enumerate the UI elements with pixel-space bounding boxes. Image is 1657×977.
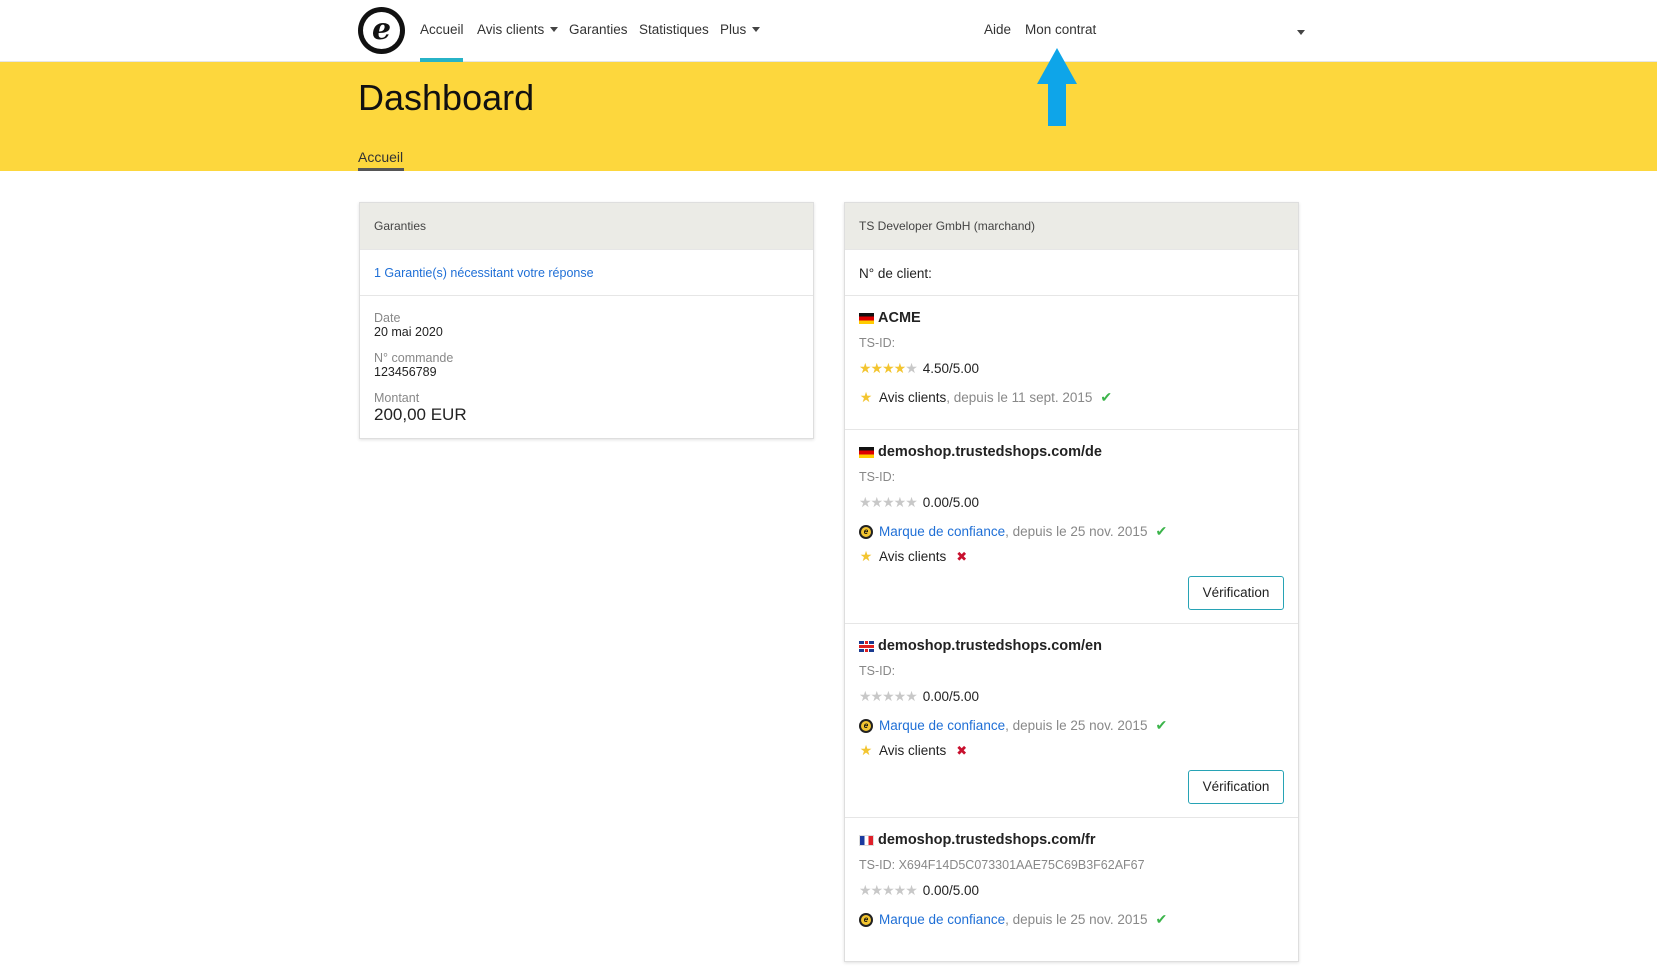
shop-rating: ★★★★★ 0.00/5.00 [859, 494, 1284, 511]
shop-rating-value: 0.00/5.00 [922, 689, 980, 704]
account-dropdown-chevron-icon[interactable] [1297, 30, 1305, 35]
trusted-shops-logo[interactable]: e [358, 7, 405, 54]
nav-item-accueil[interactable]: Accueil [420, 22, 464, 37]
tab-accueil[interactable]: Accueil [358, 149, 403, 165]
trustmark-feature: Marque de confiance , depuis le 25 nov. … [859, 911, 1284, 928]
check-icon: ✔ [1155, 911, 1168, 927]
chevron-down-icon [752, 27, 761, 32]
trustmark-since: , depuis le 25 nov. 2015 [1005, 718, 1148, 733]
shop-name-row: demoshop.trustedshops.com/en [859, 638, 1284, 654]
shop-rating-value: 0.00/5.00 [922, 883, 980, 898]
shop-name-row: ACME [859, 310, 1284, 326]
guarantees-card: Garanties 1 Garantie(s) nécessitant votr… [359, 202, 814, 439]
annotation-arrow-icon [1037, 48, 1077, 126]
french-flag-icon [859, 834, 874, 846]
shop-tsid: TS-ID: [859, 664, 896, 678]
chevron-down-icon [550, 27, 559, 32]
german-flag-icon [859, 446, 874, 458]
shop-rating-value: 0.00/5.00 [922, 495, 980, 510]
trustmark-feature: Marque de confiance , depuis le 25 nov. … [859, 523, 1284, 540]
nav-item-avis-clients-label: Avis clients [477, 22, 545, 37]
trustmark-seal-icon [859, 524, 873, 539]
nav-item-plus[interactable]: Plus [720, 22, 761, 37]
reviews-label: Avis clients [879, 390, 947, 405]
nav-contract-link[interactable]: Mon contrat [1025, 22, 1096, 37]
logo-letter: e [363, 12, 400, 49]
page-header: Dashboard Accueil [0, 62, 1657, 171]
trustmark-feature: Marque de confiance , depuis le 25 nov. … [859, 717, 1284, 734]
trustmark-seal-icon [859, 912, 873, 927]
nav-item-avis-clients[interactable]: Avis clients [477, 22, 559, 37]
date-label: Date [374, 311, 401, 325]
reviews-label: Avis clients [879, 743, 947, 758]
rating-stars-icon: ★★★★★ [859, 882, 918, 898]
shop-rating: ★★★★★ 0.00/5.00 [859, 688, 1284, 705]
nav-item-plus-label: Plus [720, 22, 747, 37]
rating-stars-icon: ★★★★★ [859, 360, 918, 376]
shop-name: demoshop.trustedshops.com/en [878, 638, 1102, 654]
check-icon: ✔ [1100, 389, 1113, 405]
shop-name: demoshop.trustedshops.com/fr [878, 832, 1096, 848]
cross-icon: ✖ [956, 742, 968, 758]
shop-item: demoshop.trustedshops.com/fr TS-ID: X694… [845, 817, 1298, 977]
reviews-since: , depuis le 11 sept. 2015 [946, 390, 1093, 405]
star-icon: ★ [859, 548, 873, 564]
shop-name-row: demoshop.trustedshops.com/fr [859, 832, 1284, 848]
shop-tsid: TS-ID: [859, 470, 896, 484]
trustmark-since: , depuis le 25 nov. 2015 [1005, 912, 1148, 927]
shop-name-row: demoshop.trustedshops.com/de [859, 444, 1284, 460]
reviews-feature: ★ Avis clients ✖ [859, 548, 1284, 565]
cross-icon: ✖ [956, 548, 968, 564]
shop-tsid: TS-ID: [859, 336, 896, 350]
active-tab-indicator [358, 168, 404, 171]
merchant-card-heading: TS Developer GmbH (marchand) [845, 203, 1298, 249]
shop-item: ACME TS-ID: ★★★★★ 4.50/5.00 ★ Avis clien… [845, 295, 1298, 429]
reviews-feature: ★ Avis clients ✖ [859, 742, 1284, 759]
top-navbar: e Accueil Avis clients Garanties Statist… [0, 0, 1657, 62]
guarantees-pending-link[interactable]: 1 Garantie(s) nécessitant votre réponse [374, 266, 594, 280]
guarantee-details: Date 20 mai 2020 N° commande 123456789 M… [360, 295, 813, 425]
client-number-row: N° de client: [845, 249, 1298, 295]
reviews-feature: ★ Avis clients , depuis le 11 sept. 2015… [859, 389, 1284, 406]
shop-item: demoshop.trustedshops.com/en TS-ID: ★★★★… [845, 623, 1298, 817]
shop-name: ACME [878, 310, 921, 326]
shop-name: demoshop.trustedshops.com/de [878, 444, 1102, 460]
check-icon: ✔ [1155, 717, 1168, 733]
reviews-label: Avis clients [879, 549, 947, 564]
order-number-label: N° commande [374, 351, 454, 365]
merchant-card: TS Developer GmbH (marchand) N° de clien… [844, 202, 1299, 962]
shop-rating: ★★★★★ 4.50/5.00 [859, 360, 1284, 377]
shop-rating-value: 4.50/5.00 [922, 361, 980, 376]
nav-item-statistiques[interactable]: Statistiques [639, 22, 709, 37]
rating-stars-icon: ★★★★★ [859, 688, 918, 704]
shop-rating: ★★★★★ 0.00/5.00 [859, 882, 1284, 899]
guarantees-pending-row: 1 Garantie(s) nécessitant votre réponse [360, 249, 813, 295]
guarantees-card-heading: Garanties [360, 203, 813, 249]
shop-tsid: TS-ID: X694F14D5C073301AAE75C69B3F62AF67 [859, 858, 1145, 872]
verification-button[interactable]: Vérification [1188, 576, 1284, 610]
page-title: Dashboard [358, 77, 535, 118]
order-number-value: 123456789 [374, 365, 437, 379]
amount-label: Montant [374, 391, 420, 405]
star-icon: ★ [859, 389, 873, 405]
trustmark-link[interactable]: Marque de confiance [879, 718, 1005, 733]
nav-help-link[interactable]: Aide [984, 22, 1011, 37]
check-icon: ✔ [1155, 523, 1168, 539]
trustmark-since: , depuis le 25 nov. 2015 [1005, 524, 1148, 539]
shop-item: demoshop.trustedshops.com/de TS-ID: ★★★★… [845, 429, 1298, 623]
star-icon: ★ [859, 742, 873, 758]
german-flag-icon [859, 312, 874, 324]
uk-flag-icon [859, 640, 874, 652]
amount-value: 200,00 EUR [374, 405, 467, 424]
rating-stars-icon: ★★★★★ [859, 494, 918, 510]
trustmark-seal-icon [859, 718, 873, 733]
trustmark-link[interactable]: Marque de confiance [879, 912, 1005, 927]
verification-button[interactable]: Vérification [1188, 770, 1284, 804]
date-value: 20 mai 2020 [374, 325, 443, 339]
nav-item-garanties[interactable]: Garanties [569, 22, 628, 37]
trustmark-link[interactable]: Marque de confiance [879, 524, 1005, 539]
